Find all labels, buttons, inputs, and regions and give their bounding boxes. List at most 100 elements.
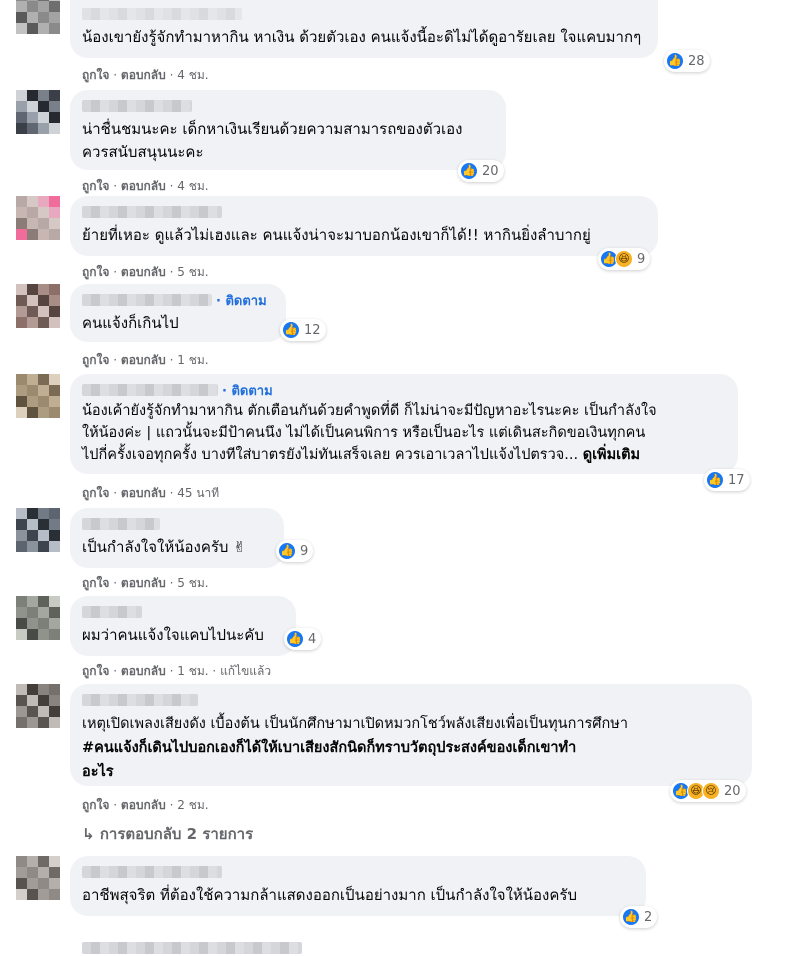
reply-link[interactable]: ตอบกลับ bbox=[121, 798, 166, 812]
avatar[interactable] bbox=[16, 196, 60, 240]
avatar-pixel bbox=[49, 519, 60, 530]
avatar-pixel bbox=[49, 112, 60, 123]
avatar[interactable] bbox=[16, 0, 60, 34]
avatar-pixel bbox=[38, 295, 49, 306]
comment-time[interactable]: 4 ชม. bbox=[177, 179, 208, 193]
comment-time[interactable]: 45 นาที bbox=[177, 486, 219, 500]
like-link[interactable]: ถูกใจ bbox=[82, 179, 109, 193]
like-link[interactable]: ถูกใจ bbox=[82, 353, 109, 367]
haha-icon: 😆 bbox=[615, 250, 633, 268]
avatar-pixel bbox=[38, 618, 49, 629]
like-link[interactable]: ถูกใจ bbox=[82, 68, 109, 82]
reply-link[interactable]: ตอบกลับ bbox=[121, 265, 166, 279]
avatar-pixel bbox=[27, 23, 38, 34]
avatar[interactable] bbox=[16, 856, 60, 900]
avatar-pixel bbox=[49, 706, 60, 717]
separator: · bbox=[113, 353, 118, 367]
hashtag-line[interactable]: อะไร bbox=[82, 760, 740, 784]
reaction-count[interactable]: 👍 20 bbox=[458, 160, 504, 182]
view-replies-link[interactable]: ↳ การตอบกลับ 2 รายการ bbox=[82, 822, 253, 846]
like-link[interactable]: ถูกใจ bbox=[82, 486, 109, 500]
comment-time[interactable]: 5 ชม. bbox=[177, 265, 208, 279]
commenter-name[interactable] bbox=[82, 516, 272, 532]
comment-bubble: น่าชื่นชมนะคะ เด็กหาเงินเรียนด้วยความสาม… bbox=[70, 90, 506, 170]
avatar-pixel bbox=[38, 706, 49, 717]
commenter-name[interactable]: · ติดตาม bbox=[82, 290, 274, 311]
reaction-count[interactable]: 👍 2 bbox=[620, 906, 658, 928]
reply-link[interactable]: ตอบกลับ bbox=[121, 576, 166, 590]
comment-time[interactable]: 4 ชม. bbox=[177, 68, 208, 82]
avatar-pixel bbox=[38, 717, 49, 728]
reaction-count[interactable]: 👍 😆 9 bbox=[598, 248, 651, 270]
avatar-pixel bbox=[49, 23, 60, 34]
separator: · bbox=[113, 265, 118, 279]
reaction-count[interactable]: 👍 28 bbox=[664, 50, 710, 72]
avatar-pixel bbox=[27, 508, 38, 519]
reaction-count[interactable]: 👍 17 bbox=[704, 469, 750, 491]
reaction-count[interactable]: 👍 😆 😢 20 bbox=[670, 780, 746, 802]
comment-line: น้องเขายังรู้จักทำมาหากิน หาเงิน ด้วยตัว… bbox=[82, 28, 642, 46]
reaction-number: 17 bbox=[728, 472, 745, 488]
comment-time[interactable]: 2 ชม. bbox=[177, 798, 208, 812]
commenter-name[interactable] bbox=[82, 204, 646, 220]
commenter-name[interactable] bbox=[82, 6, 646, 22]
avatar[interactable] bbox=[16, 284, 60, 328]
reaction-count[interactable]: 👍 12 bbox=[280, 319, 326, 341]
avatar-pixel bbox=[49, 196, 60, 207]
avatar[interactable] bbox=[16, 374, 60, 418]
commenter-name[interactable] bbox=[82, 604, 284, 620]
reply-link[interactable]: ตอบกลับ bbox=[121, 68, 166, 82]
avatar[interactable] bbox=[16, 90, 60, 134]
avatar-pixel bbox=[38, 684, 49, 695]
reply-link[interactable]: ตอบกลับ bbox=[121, 353, 166, 367]
comment-time[interactable]: 1 ชม. bbox=[177, 353, 208, 367]
reply-link[interactable]: ตอบกลับ bbox=[121, 664, 166, 678]
comment-text: คนแจ้งก็เกินไป bbox=[82, 312, 274, 335]
hashtag-line[interactable]: #คนแจ้งก็เดินไปบอกเองก็ได้ให้เบาเสียงสัก… bbox=[82, 736, 740, 760]
separator: · bbox=[169, 353, 174, 367]
avatar-pixel bbox=[16, 530, 27, 541]
avatar-pixel bbox=[16, 629, 27, 640]
avatar-pixel bbox=[16, 717, 27, 728]
commenter-name[interactable] bbox=[82, 98, 494, 114]
avatar-pixel bbox=[38, 541, 49, 552]
avatar[interactable] bbox=[16, 596, 60, 640]
commenter-name[interactable] bbox=[82, 692, 740, 708]
comment-text: น้องเค้ายังรู้จักทำมาหากิน ตักเตือนกันด้… bbox=[82, 400, 726, 466]
like-link[interactable]: ถูกใจ bbox=[82, 576, 109, 590]
avatar-pixel bbox=[16, 596, 27, 607]
avatar-pixel bbox=[27, 684, 38, 695]
reaction-count[interactable]: 👍 4 bbox=[284, 628, 322, 650]
avatar-pixel bbox=[16, 23, 27, 34]
see-more-link[interactable]: ดูเพิ่มเติม bbox=[583, 447, 640, 463]
comment-bubble: เป็นกำลังใจให้น้องครับ ✌ bbox=[70, 508, 284, 568]
comment-time[interactable]: 1 ชม. bbox=[177, 664, 208, 678]
avatar-pixel bbox=[16, 123, 27, 134]
separator: · bbox=[169, 664, 174, 678]
comment-time[interactable]: 5 ชม. bbox=[177, 576, 208, 590]
reaction-number: 4 bbox=[308, 631, 317, 647]
comment-text: ย้ายที่เหอะ ดูแล้วไม่เฮงและ คนแจ้งน่าจะม… bbox=[82, 224, 646, 247]
reply-link[interactable]: ตอบกลับ bbox=[121, 486, 166, 500]
comment-text: น่าชื่นชมนะคะ เด็กหาเงินเรียนด้วยความสาม… bbox=[82, 118, 494, 164]
like-link[interactable]: ถูกใจ bbox=[82, 265, 109, 279]
avatar-pixel bbox=[38, 123, 49, 134]
avatar[interactable] bbox=[16, 684, 60, 728]
comment-bubble: · ติดตาม น้องเค้ายังรู้จักทำมาหากิน ตักเ… bbox=[70, 374, 738, 474]
commenter-name[interactable]: · ติดตาม bbox=[82, 380, 726, 401]
avatar-pixel bbox=[38, 196, 49, 207]
comment-actions: ถูกใจ · ตอบกลับ · 1 ชม. bbox=[82, 351, 209, 370]
avatar[interactable] bbox=[16, 508, 60, 552]
like-link[interactable]: ถูกใจ bbox=[82, 664, 109, 678]
follow-button[interactable]: · ติดตาม bbox=[222, 380, 273, 401]
like-link[interactable]: ถูกใจ bbox=[82, 798, 109, 812]
comment-bubble: · ติดตาม คนแจ้งก็เกินไป bbox=[70, 284, 286, 342]
reply-arrow-icon: ↳ bbox=[82, 825, 95, 843]
reply-link[interactable]: ตอบกลับ bbox=[121, 179, 166, 193]
avatar-pixel bbox=[27, 596, 38, 607]
avatar-pixel bbox=[27, 407, 38, 418]
commenter-name[interactable] bbox=[82, 864, 634, 880]
reaction-count[interactable]: 👍 9 bbox=[276, 540, 314, 562]
comment-actions: ถูกใจ · ตอบกลับ · 1 ชม. · แก้ไขแล้ว bbox=[82, 662, 271, 681]
follow-button[interactable]: · ติดตาม bbox=[216, 290, 267, 311]
